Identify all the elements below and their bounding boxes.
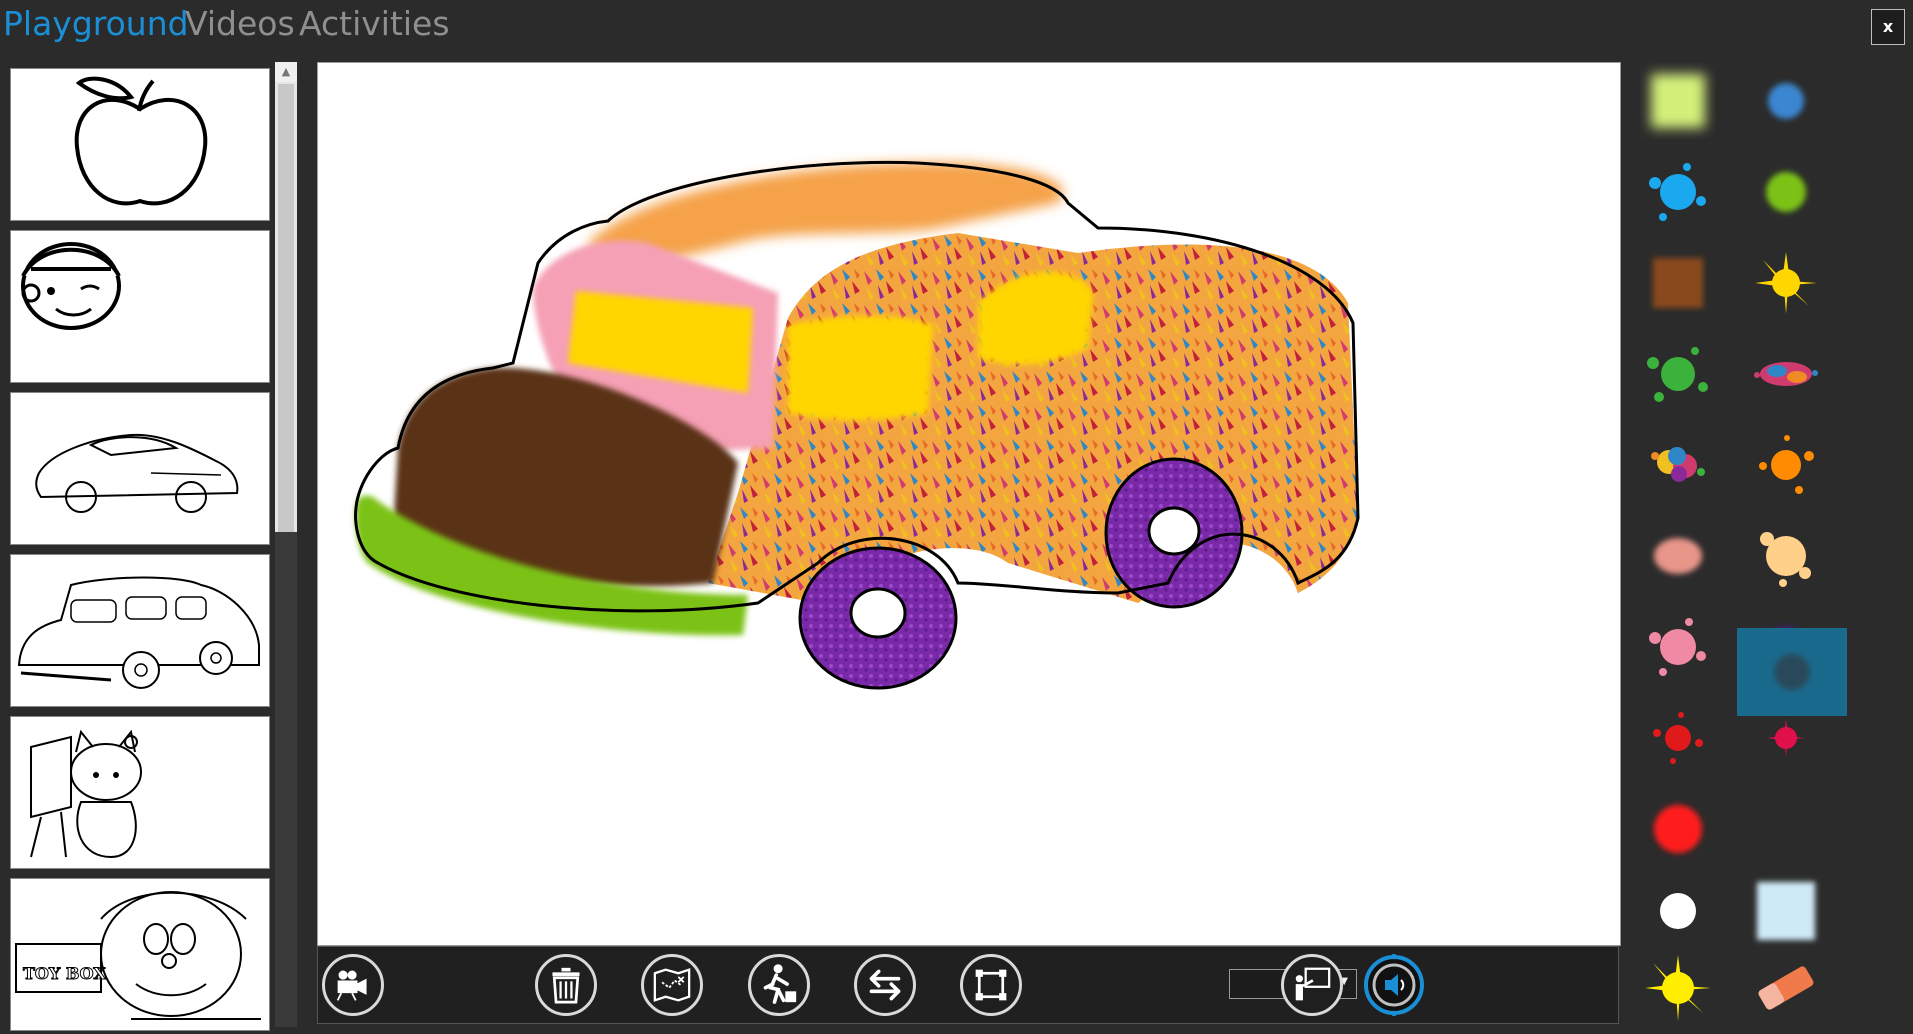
record-video-icon [336,970,367,1001]
brush-yellow-glow[interactable] [1639,62,1717,140]
record-video-button[interactable] [322,954,384,1016]
drawing-canvas[interactable] [317,62,1621,946]
fullscreen-icon [975,969,1007,1001]
swap-button[interactable] [854,954,916,1016]
tab-activities[interactable]: Activities [299,2,450,46]
brush-green-glow[interactable] [1747,153,1825,231]
eraser-icon [1758,966,1814,1010]
template-scrollbar[interactable]: ▲ [275,62,297,1027]
tab-videos[interactable]: Videos [185,2,295,46]
brush-brown-texture[interactable] [1639,244,1717,322]
scroll-track [275,532,297,1027]
brush-salmon-dust[interactable] [1639,517,1717,595]
scroll-up-icon[interactable]: ▲ [275,62,297,82]
tab-playground[interactable]: Playground [3,2,189,46]
brush-dark-blur-selected[interactable] [1737,628,1847,716]
swap-arrows-icon [869,969,901,1001]
template-doraemon[interactable]: TOY BOX [10,878,270,1031]
brush-yellow-star[interactable] [1639,949,1717,1027]
brush-green-splat[interactable] [1639,335,1717,413]
volume-knob-icon [1364,954,1424,1016]
brush-rainbow-splat[interactable] [1639,426,1717,504]
colored-car-drawing [354,160,1360,690]
clear-canvas-button[interactable] [535,954,597,1016]
close-button[interactable]: x [1871,9,1905,45]
brush-pink-splat[interactable] [1639,608,1717,686]
map-icon [653,968,691,1002]
rear-wheel [1104,457,1244,609]
template-hello-kitty[interactable] [10,716,270,869]
front-wheel [798,546,958,690]
brush-palette [1622,62,1913,1027]
traveler-icon [763,964,797,1004]
brush-yellow-burst[interactable] [1747,244,1825,322]
brush-cyan-splat[interactable] [1639,153,1717,231]
template-list: TOY BOX ▲ [0,62,298,1031]
template-boy-with-hat[interactable] [10,230,270,383]
brush-white-dot[interactable] [1639,872,1717,950]
scroll-thumb[interactable] [278,84,294,594]
toy-box-label: TOY BOX [23,964,106,983]
volume-knob[interactable] [1361,952,1427,1018]
presentation-button[interactable] [1281,954,1343,1016]
brush-light-blue-glow[interactable] [1747,872,1825,950]
template-sports-car[interactable] [10,392,270,545]
car-window-middle [788,316,933,421]
template-apple[interactable] [10,68,270,221]
brush-red-circle[interactable] [1639,790,1717,868]
brush-peach-splat[interactable] [1747,517,1825,595]
brush-multicolor-splash[interactable] [1747,335,1825,413]
presentation-icon [1295,967,1331,1001]
brush-blue-glow[interactable] [1747,62,1825,140]
travel-button[interactable] [748,954,810,1016]
fullscreen-button[interactable] [960,954,1022,1016]
template-old-car[interactable] [10,554,270,707]
brush-red-splat[interactable] [1639,699,1717,777]
top-bar: Playground Videos Activities x [0,0,1913,60]
brush-orange-splat[interactable] [1747,426,1825,504]
bottom-toolbar: ▼ [317,946,1619,1024]
trash-icon [552,967,580,1004]
eraser-button[interactable] [1747,949,1825,1027]
background-map-button[interactable] [641,954,703,1016]
